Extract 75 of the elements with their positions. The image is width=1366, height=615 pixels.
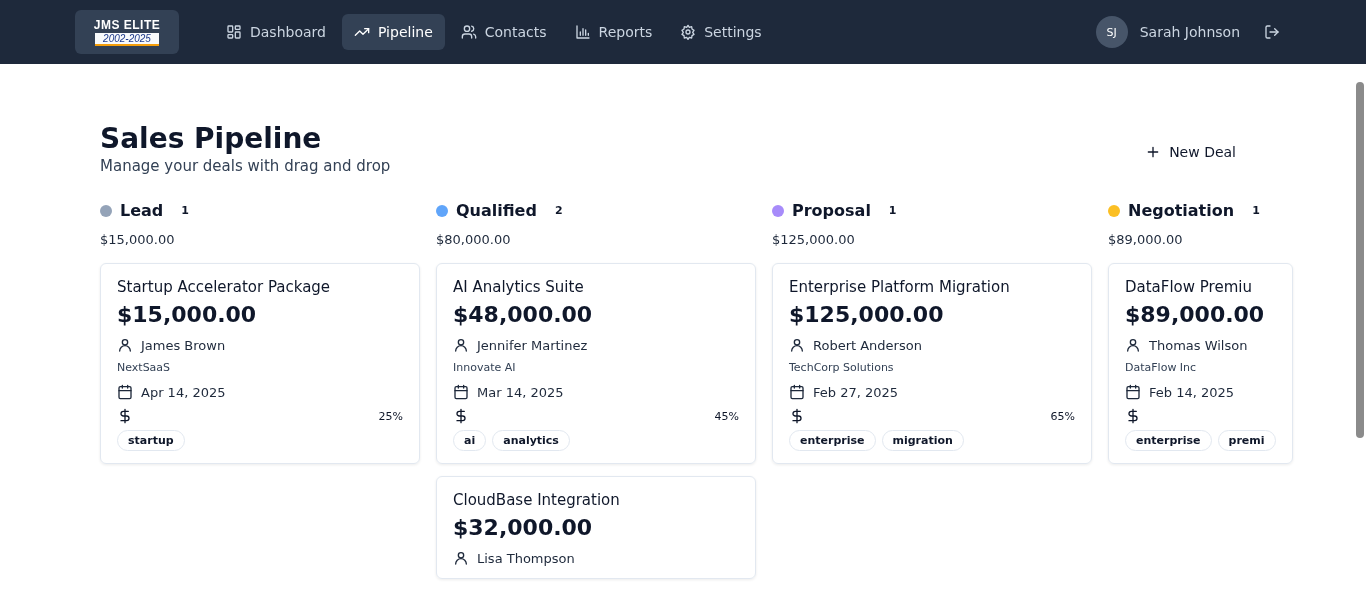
dollar-icon [453, 408, 469, 424]
stage-name: Negotiation [1128, 201, 1235, 220]
deal-count: 1 [1252, 204, 1260, 217]
page-subtitle: Manage your deals with drag and drop [100, 157, 391, 175]
user-name: Sarah Johnson [1139, 24, 1240, 40]
deal-count: 1 [181, 204, 189, 217]
deal-title: Enterprise Platform Migration [789, 278, 1011, 296]
deal-card[interactable]: Enterprise Platform Migration $125,000.00 Robert Anderson TechCorp Solutions Feb 27, 2025 65% enterprise migration [772, 263, 1092, 464]
contact-name: Lisa Thompson [477, 550, 575, 566]
close-date: Apr 14, 2025 [141, 384, 226, 400]
probability: 65% [1050, 409, 1075, 423]
deal-count: 1 [888, 204, 897, 217]
stage-name: Lead [120, 201, 164, 220]
deal-title: AI Analytics Suite [453, 278, 585, 296]
users-icon [460, 24, 477, 40]
dollar-icon [117, 408, 133, 424]
deal-amount: $125,000.00 [789, 302, 945, 327]
logo-title: JMS ELITE [93, 18, 161, 32]
contact-name: James Brown [141, 337, 226, 353]
deal-card[interactable]: DataFlow Premiu $89,000.00 Thomas Wilson DataFlow Inc Feb 14, 2025 enterprise premi [1108, 263, 1293, 464]
person-icon [453, 337, 469, 353]
person-icon [117, 337, 133, 353]
stage-name: Proposal [792, 201, 871, 220]
nav-tab[interactable]: Dashboard [214, 14, 338, 50]
logo-ribbon: 2002-2025 [95, 33, 159, 46]
stage-total: $80,000.00 [436, 232, 512, 247]
logout-icon[interactable] [1264, 24, 1280, 40]
calendar-icon [117, 384, 133, 400]
deal-amount: $89,000.00 [1125, 302, 1266, 327]
deal-count: 2 [554, 204, 563, 217]
scrollbar[interactable] [1356, 82, 1364, 438]
deal-card[interactable]: Startup Accelerator Package $15,000.00 James Brown NextSaaS Apr 14, 2025 25% startup [100, 263, 420, 464]
nav-tab[interactable]: Reports [562, 14, 665, 50]
dollar-icon [789, 408, 805, 424]
calendar-icon [453, 384, 469, 400]
contact-name: Jennifer Martinez [477, 337, 588, 353]
grid-icon [226, 24, 242, 40]
stage-name: Qualified [456, 201, 537, 220]
deal-card[interactable]: AI Analytics Suite $48,000.00 Jennifer Martinez Innovate AI Mar 14, 2025 45% ai analytics [436, 263, 756, 464]
probability: 45% [714, 409, 739, 423]
company-name: Innovate AI [453, 361, 517, 374]
deal-title: Startup Accelerator Package [117, 278, 332, 296]
person-icon [453, 550, 469, 566]
probability: 25% [378, 409, 403, 423]
contact-name: Thomas Wilson [1149, 337, 1248, 353]
company-name: DataFlow Inc [1125, 361, 1198, 374]
close-date: Feb 27, 2025 [813, 384, 899, 400]
calendar-icon [1125, 384, 1141, 400]
bar-chart-icon [574, 24, 591, 40]
deal-amount: $32,000.00 [453, 515, 594, 540]
deal-title: CloudBase Integration [453, 491, 621, 509]
close-date: Feb 14, 2025 [1149, 384, 1235, 400]
nav-tab[interactable]: Contacts [448, 14, 559, 50]
new-deal-button[interactable]: New Deal [1135, 140, 1246, 164]
deal-amount: $15,000.00 [117, 302, 258, 327]
page-title: Sales Pipeline [100, 122, 323, 155]
deal-amount: $48,000.00 [453, 302, 594, 327]
deal-title: DataFlow Premiu [1125, 278, 1253, 296]
nav-tab[interactable]: Pipeline [341, 14, 445, 50]
stage-total: $89,000.00 [1108, 232, 1184, 247]
company-name: NextSaaS [117, 361, 172, 374]
company-name: TechCorp Solutions [789, 361, 895, 374]
user-avatar[interactable]: SJ [1095, 16, 1128, 48]
dollar-icon [1125, 408, 1141, 424]
close-date: Mar 14, 2025 [477, 384, 564, 400]
contact-name: Robert Anderson [813, 337, 922, 353]
nav-tab[interactable]: Settings [668, 14, 774, 50]
calendar-icon [789, 384, 805, 400]
stage-total: $15,000.00 [100, 232, 176, 247]
person-icon [1125, 337, 1141, 353]
stage-total: $125,000.00 [772, 232, 856, 247]
person-icon [789, 337, 805, 353]
deal-card[interactable]: CloudBase Integration $32,000.00 Lisa Thompson [436, 476, 756, 579]
logo-badge[interactable]: JMS ELITE 2002-2025 [75, 10, 179, 54]
settings-icon [680, 24, 697, 40]
